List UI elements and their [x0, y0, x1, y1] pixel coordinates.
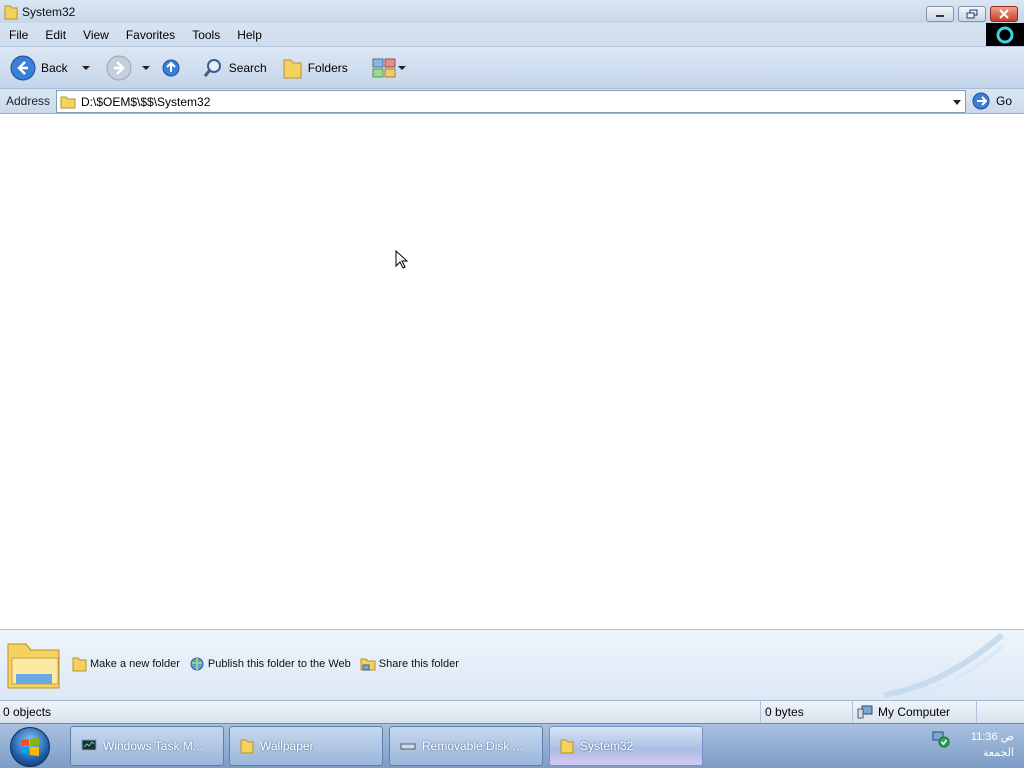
- title-bar: System32: [0, 0, 1024, 23]
- task-pane: Make a new folder Publish this folder to…: [0, 629, 1024, 700]
- forward-dropdown-arrow[interactable]: [141, 65, 150, 70]
- share-folder-link[interactable]: Share this folder: [360, 656, 459, 672]
- views-icon: [372, 58, 396, 77]
- large-folder-icon: [7, 643, 60, 689]
- back-dropdown-arrow[interactable]: [81, 65, 90, 70]
- taskbar-item-label: Windows Task M...: [103, 739, 203, 753]
- minimize-button[interactable]: [926, 6, 954, 22]
- share-folder-label: Share this folder: [378, 658, 459, 670]
- taskbar: Windows Task M... Wallpaper Removable Di…: [0, 723, 1024, 768]
- forward-arrow-icon: [106, 55, 132, 80]
- folders-button[interactable]: Folders: [277, 52, 352, 84]
- status-size-cell: 0 bytes: [760, 701, 852, 723]
- make-new-folder-link[interactable]: Make a new folder: [72, 656, 180, 672]
- go-label: Go: [996, 94, 1013, 108]
- restore-button[interactable]: [958, 6, 986, 22]
- status-location-cell: My Computer: [852, 701, 976, 723]
- publish-folder-link[interactable]: Publish this folder to the Web: [189, 656, 351, 672]
- menu-bar: File Edit View Favorites Tools Help: [0, 23, 1024, 46]
- file-list-area[interactable]: [0, 114, 1024, 629]
- menu-view[interactable]: View: [74, 28, 117, 42]
- removable-drive-icon: [400, 743, 416, 750]
- address-bar: Address Go: [0, 89, 1024, 114]
- search-button[interactable]: Search: [198, 52, 271, 84]
- close-button[interactable]: [990, 6, 1018, 22]
- menu-favorites[interactable]: Favorites: [117, 28, 183, 42]
- go-button[interactable]: Go: [972, 92, 1012, 110]
- new-folder-icon: [72, 657, 87, 672]
- make-new-folder-label: Make a new folder: [90, 658, 180, 670]
- address-dropdown-arrow[interactable]: [953, 100, 961, 105]
- close-icon: [999, 9, 1009, 19]
- folder-icon: [240, 739, 254, 754]
- restore-icon: [966, 9, 978, 19]
- menu-edit[interactable]: Edit: [36, 28, 74, 42]
- status-bar: 0 objects 0 bytes My Computer: [0, 700, 1024, 723]
- taskbar-item-label: System32: [580, 739, 634, 753]
- status-size: 0 bytes: [765, 705, 804, 719]
- folder-icon: [60, 96, 76, 108]
- clock-day: الجمعة: [982, 747, 1014, 759]
- back-label: Back: [41, 60, 68, 75]
- menu-file[interactable]: File: [0, 28, 36, 42]
- up-arrow-icon: [162, 59, 180, 76]
- brand-ring-icon: [996, 26, 1014, 43]
- network-shield-icon[interactable]: [932, 730, 950, 748]
- decorative-swoosh: [884, 632, 1004, 700]
- publish-folder-label: Publish this folder to the Web: [207, 658, 351, 670]
- start-button[interactable]: [10, 727, 50, 767]
- windows-flag-icon: [21, 738, 39, 756]
- taskbar-item-label: Wallpaper: [260, 739, 314, 753]
- clock[interactable]: 11:36 ص الجمعة: [971, 729, 1014, 761]
- minimize-icon: [936, 15, 944, 17]
- task-manager-icon: [81, 739, 97, 751]
- views-button[interactable]: [368, 52, 410, 84]
- address-input[interactable]: [81, 94, 931, 109]
- taskbar-item-label: Removable Disk ...: [422, 739, 523, 753]
- system-tray: 11:36 ص الجمعة: [932, 724, 1018, 768]
- up-button[interactable]: [158, 52, 184, 84]
- back-arrow-icon: [10, 55, 36, 80]
- menu-tools[interactable]: Tools: [183, 28, 228, 42]
- folder-icon: [4, 5, 18, 19]
- address-label: Address: [6, 94, 51, 108]
- go-arrow-icon: [972, 92, 990, 110]
- address-field[interactable]: [56, 90, 966, 113]
- share-folder-icon: [360, 658, 376, 671]
- folder-icon: [560, 739, 574, 754]
- forward-button[interactable]: [102, 52, 154, 84]
- status-objects: 0 objects: [3, 705, 52, 719]
- status-grip-cell[interactable]: [976, 701, 1024, 723]
- search-label: Search: [228, 60, 267, 75]
- clock-time: 11:36 ص: [970, 731, 1014, 743]
- menu-help[interactable]: Help: [228, 28, 270, 42]
- taskbar-item-task-manager[interactable]: Windows Task M...: [70, 726, 224, 766]
- taskbar-item-system32[interactable]: System32: [549, 726, 703, 766]
- toolbar: Back Search Folders: [0, 46, 1024, 89]
- folders-label: Folders: [307, 60, 348, 75]
- taskbar-item-wallpaper[interactable]: Wallpaper: [229, 726, 383, 766]
- status-location: My Computer: [878, 705, 951, 719]
- back-button[interactable]: Back: [6, 52, 94, 84]
- taskbar-item-removable-disk[interactable]: Removable Disk ...: [389, 726, 543, 766]
- views-dropdown-arrow[interactable]: [397, 65, 406, 70]
- globe-icon: [190, 657, 204, 671]
- my-computer-icon: [857, 705, 873, 719]
- search-icon: [203, 58, 221, 77]
- window-title: System32: [22, 4, 76, 19]
- windows-logo: [986, 23, 1024, 46]
- folders-icon: [283, 59, 302, 78]
- mouse-cursor-icon: [395, 250, 409, 269]
